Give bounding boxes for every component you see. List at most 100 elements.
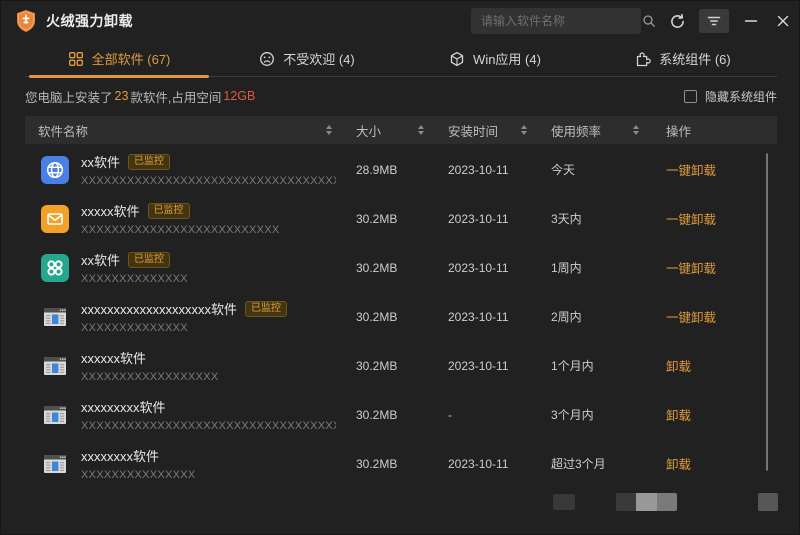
uninstall-button[interactable]: 卸载 — [666, 360, 691, 374]
refresh-button[interactable] — [663, 9, 691, 33]
tab-all-software[interactable]: 全部软件 (67) — [25, 41, 213, 76]
monitored-badge: 已监控 — [148, 203, 190, 219]
vertical-scrollbar[interactable] — [766, 153, 768, 471]
action-cell: 一键卸载 — [649, 258, 777, 277]
app-name: xxxxx软件 — [81, 201, 140, 220]
sort-arrows-icon[interactable] — [521, 125, 527, 135]
minimize-icon — [744, 14, 758, 28]
window-app-icon — [41, 401, 69, 429]
monitored-badge: 已监控 — [128, 154, 170, 170]
app-info: xx软件已监控 XXXXXXXXXXXXXXXXXXXXXXXXXXXXXXXX… — [81, 152, 336, 187]
table-row[interactable]: xxxxx软件已监控 XXXXXXXXXXXXXXXXXXXXXXXXXX 30… — [25, 194, 777, 243]
puzzle-piece-icon — [635, 51, 651, 67]
window-app-icon — [41, 352, 69, 380]
command-app-icon — [41, 254, 69, 282]
app-size: 30.2MB — [344, 261, 434, 275]
app-name: xxxxxxxx软件 — [81, 446, 159, 465]
usage-frequency: 1周内 — [539, 259, 649, 276]
usage-frequency: 超过3个月 — [539, 455, 649, 472]
redacted-box — [616, 493, 677, 511]
app-size: 30.2MB — [344, 359, 434, 373]
app-size: 30.2MB — [344, 408, 434, 422]
hide-system-label: 隐藏系统组件 — [705, 88, 777, 105]
header-label: 软件名称 — [38, 121, 88, 140]
header-size[interactable]: 大小 — [344, 116, 434, 144]
tab-win-apps[interactable]: Win应用 (4) — [401, 41, 589, 76]
search-input[interactable] — [471, 14, 642, 28]
usage-frequency: 今天 — [539, 161, 649, 178]
install-date: 2023-10-11 — [434, 212, 539, 226]
tab-system-components[interactable]: 系统组件 (6) — [589, 41, 777, 76]
app-description: XXXXXXXXXXXXXXXXXXXXXXXXXXXXXXXXXXXXXXXX… — [81, 420, 336, 432]
header-usage-frequency[interactable]: 使用频率 — [539, 116, 649, 144]
usage-frequency: 2周内 — [539, 308, 649, 325]
install-date: 2023-10-11 — [434, 359, 539, 373]
install-date: 2023-10-11 — [434, 163, 539, 177]
install-date: 2023-10-11 — [434, 457, 539, 471]
window-app-icon — [41, 303, 69, 331]
search-box[interactable] — [471, 8, 641, 34]
app-name: xx软件 — [81, 152, 120, 171]
uninstall-button[interactable]: 一键卸载 — [666, 262, 716, 276]
header-software-name[interactable]: 软件名称 — [25, 116, 344, 144]
action-cell: 卸载 — [649, 356, 777, 375]
app-name-cell: xx软件已监控 XXXXXXXXXXXXXXXXXXXXXXXXXXXXXXXX… — [25, 152, 344, 187]
table-row[interactable]: xx软件已监控 XXXXXXXXXXXXXXXXXXXXXXXXXXXXXXXX… — [25, 145, 777, 194]
tab-label: Win应用 (4) — [473, 49, 541, 68]
table-row[interactable]: xxxxxxxxxxxxxxxxxxxx软件已监控 XXXXXXXXXXXXXX… — [25, 292, 777, 341]
app-window: 火绒强力卸载 — [0, 0, 800, 535]
huorong-shield-logo-icon — [15, 9, 37, 33]
sort-arrows-icon[interactable] — [633, 125, 639, 135]
filter-button[interactable] — [699, 9, 729, 33]
app-size: 30.2MB — [344, 457, 434, 471]
filter-icon — [706, 13, 722, 29]
tab-unpopular[interactable]: 不受欢迎 (4) — [213, 41, 401, 76]
uninstall-button[interactable]: 一键卸载 — [666, 311, 716, 325]
app-name: xxxxxxxxxxxxxxxxxxxx软件 — [81, 299, 237, 318]
install-date: 2023-10-11 — [434, 261, 539, 275]
uninstall-button[interactable]: 卸载 — [666, 409, 691, 423]
hide-system-components-toggle[interactable]: 隐藏系统组件 — [684, 88, 777, 105]
app-name-cell: xxxxxxxxxxxxxxxxxxxx软件已监控 XXXXXXXXXXXXXX — [25, 299, 344, 334]
uninstall-button[interactable]: 一键卸载 — [666, 164, 716, 178]
summary-bar: 您电脑上安装了 23 款软件,占用空间 12GB 隐藏系统组件 — [25, 77, 777, 115]
app-description: XXXXXXXXXXXXXXXXXX — [81, 371, 218, 383]
app-info: xxxxxxxx软件 XXXXXXXXXXXXXXX — [81, 446, 196, 481]
app-description: XXXXXXXXXXXXXXX — [81, 469, 196, 481]
header-install-time[interactable]: 安装时间 — [434, 116, 539, 144]
mail-app-icon — [41, 205, 69, 233]
monitored-badge: 已监控 — [245, 301, 287, 317]
header-label: 操作 — [666, 121, 691, 140]
close-button[interactable] — [769, 9, 797, 33]
table-header: 软件名称 大小 安装时间 使用频率 操作 — [25, 116, 777, 144]
table-row[interactable]: xxxxxxxx软件 XXXXXXXXXXXXXXX 30.2MB 2023-1… — [25, 439, 777, 488]
app-name: xx软件 — [81, 250, 120, 269]
title-bar: 火绒强力卸载 — [1, 1, 800, 41]
summary-middle: 款软件,占用空间 — [130, 87, 221, 106]
app-name: xxxxxx软件 — [81, 348, 146, 367]
action-cell: 一键卸载 — [649, 160, 777, 179]
uninstall-button[interactable]: 一键卸载 — [666, 213, 716, 227]
tab-label: 不受欢迎 (4) — [283, 49, 355, 68]
refresh-icon — [669, 13, 686, 30]
installed-count: 23 — [113, 89, 131, 103]
grid-icon — [68, 51, 84, 67]
software-table-body: xx软件已监控 XXXXXXXXXXXXXXXXXXXXXXXXXXXXXXXX… — [25, 145, 777, 488]
app-size: 30.2MB — [344, 212, 434, 226]
action-cell: 卸载 — [649, 454, 777, 473]
app-info: xxxxxxxxx软件 XXXXXXXXXXXXXXXXXXXXXXXXXXXX… — [81, 397, 336, 432]
table-row[interactable]: xxxxxxxxx软件 XXXXXXXXXXXXXXXXXXXXXXXXXXXX… — [25, 390, 777, 439]
sad-face-icon — [259, 51, 275, 67]
app-name-cell: xxxxxxxxx软件 XXXXXXXXXXXXXXXXXXXXXXXXXXXX… — [25, 397, 344, 432]
table-row[interactable]: xxxxxx软件 XXXXXXXXXXXXXXXXXX 30.2MB 2023-… — [25, 341, 777, 390]
tab-label: 全部软件 (67) — [92, 49, 171, 68]
minimize-button[interactable] — [737, 9, 765, 33]
tab-label: 系统组件 (6) — [659, 49, 731, 68]
sort-arrows-icon[interactable] — [326, 125, 332, 135]
table-row[interactable]: xx软件已监控 XXXXXXXXXXXXXX 30.2MB 2023-10-11… — [25, 243, 777, 292]
sort-arrows-icon[interactable] — [418, 125, 424, 135]
uninstall-button[interactable]: 卸载 — [666, 458, 691, 472]
app-title: 火绒强力卸载 — [46, 11, 133, 31]
search-icon[interactable] — [642, 14, 656, 28]
hide-system-checkbox[interactable] — [684, 90, 697, 103]
